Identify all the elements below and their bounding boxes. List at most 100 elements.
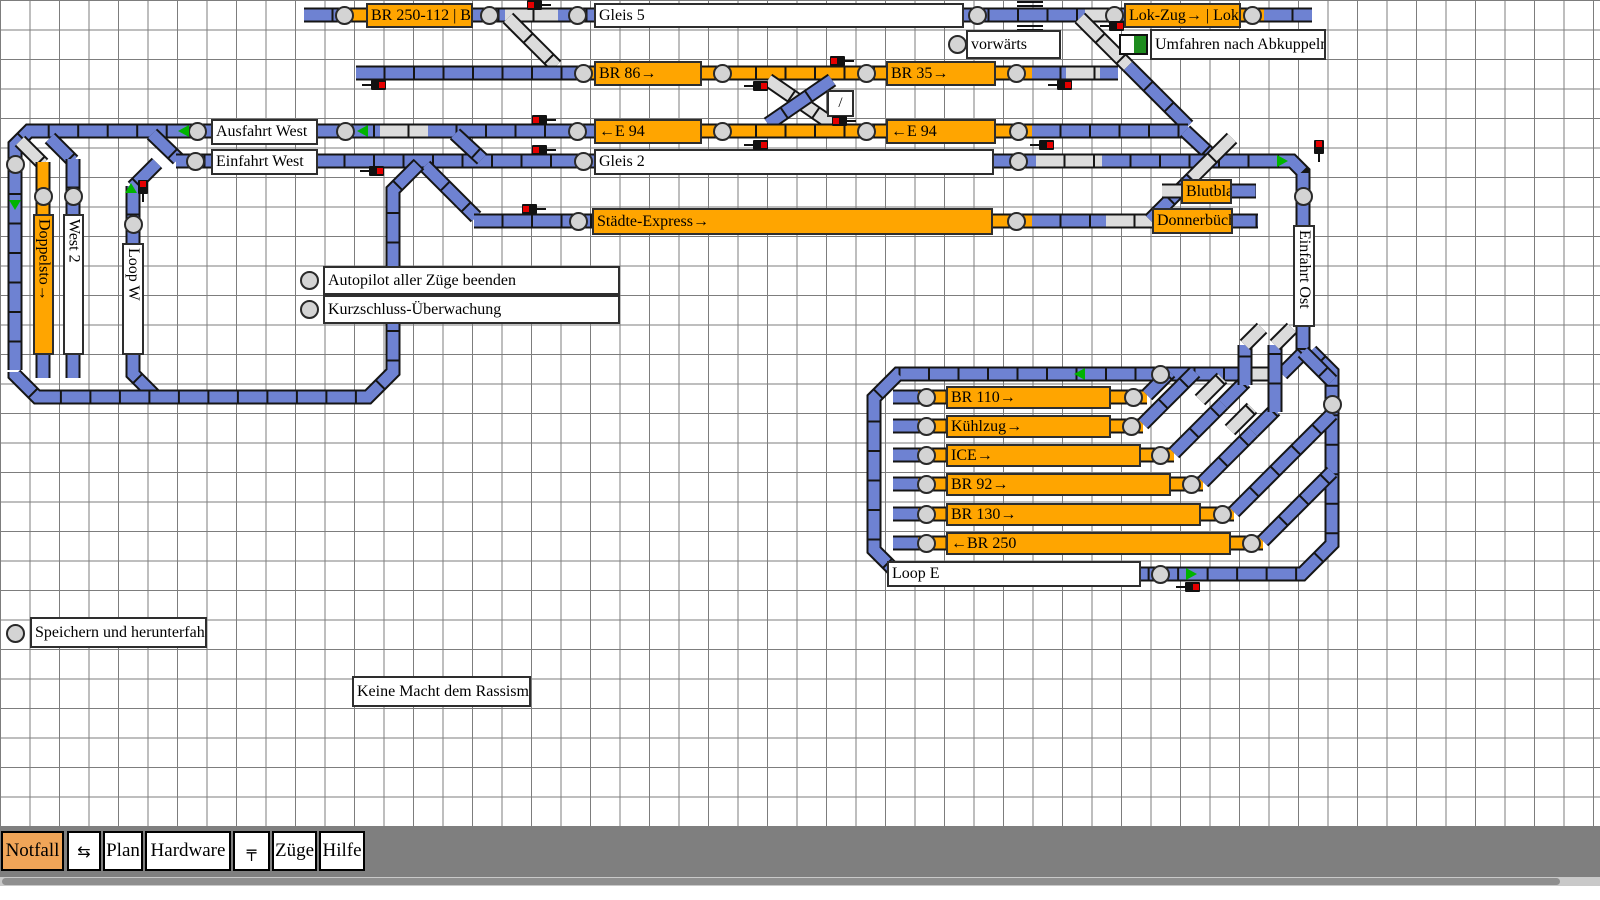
push-button[interactable] [124,215,143,234]
hilfe-button[interactable]: Hilfe [319,831,365,871]
push-button[interactable] [335,6,354,25]
vorwaerts-status[interactable]: vorwärts [966,30,1061,59]
block-br92[interactable]: BR 92→ [946,473,1171,496]
push-button[interactable] [300,300,319,319]
push-button[interactable] [1007,64,1026,83]
block-ice[interactable]: ICE→ [946,444,1141,467]
push-button[interactable] [713,122,732,141]
push-button[interactable] [1294,187,1313,206]
block-br250-112[interactable]: BR 250-112 | BR 25 [366,3,473,28]
crossing-state-box[interactable]: / [827,90,854,117]
block-ausfahrt-west[interactable]: Ausfahrt West [211,119,318,145]
push-button[interactable] [1151,365,1170,384]
signal-icon[interactable] [1048,80,1072,90]
push-button[interactable] [574,64,593,83]
signal-icon[interactable] [1030,140,1054,150]
block-west2[interactable]: West 2 [63,214,84,355]
hardware-button[interactable]: Hardware [145,831,231,871]
push-button[interactable] [917,417,936,436]
push-button[interactable] [6,155,25,174]
push-button[interactable] [188,122,207,141]
push-button[interactable] [1243,6,1262,25]
horizontal-scrollbar-thumb[interactable] [2,878,1560,885]
block-br35[interactable]: BR 35→ [886,61,996,86]
block-br250[interactable]: ←BR 250 [946,532,1231,555]
push-button[interactable] [336,122,355,141]
umfahren-button-label[interactable]: Umfahren nach Abkuppeln [1150,29,1326,60]
push-button[interactable] [857,64,876,83]
horizontal-scrollbar[interactable] [0,877,1600,886]
signal-icon[interactable] [1176,582,1200,592]
push-button[interactable] [917,505,936,524]
signal-icon[interactable] [744,81,768,91]
block-gleis2[interactable]: Gleis 2 [594,149,994,175]
block-e94-left[interactable]: ←E 94 [594,119,702,144]
push-button[interactable] [1151,565,1170,584]
signal-icon[interactable] [830,56,854,66]
push-button[interactable] [713,64,732,83]
push-button[interactable] [1009,122,1028,141]
block-gleis5[interactable]: Gleis 5 [594,3,964,28]
push-button[interactable] [574,152,593,171]
push-button[interactable] [1151,446,1170,465]
block-einfahrt-west[interactable]: Einfahrt West [211,149,318,175]
signal-icon[interactable] [532,115,556,125]
notfall-button[interactable]: Notfall [1,831,64,871]
signal-icon[interactable] [1100,21,1124,31]
block-loop-w[interactable]: Loop W [122,243,144,355]
push-button[interactable] [968,6,987,25]
push-button[interactable] [917,388,936,407]
push-button[interactable] [1213,505,1232,524]
push-button[interactable] [300,271,319,290]
push-button[interactable] [569,212,588,231]
block-br86[interactable]: BR 86→ [594,61,702,86]
push-button[interactable] [1007,212,1026,231]
push-button[interactable] [917,534,936,553]
speichern-label[interactable]: Speichern und herunterfahren [30,617,207,648]
push-button[interactable] [1009,152,1028,171]
push-button[interactable] [917,475,936,494]
push-button[interactable] [917,446,936,465]
plan-button[interactable]: Plan [103,831,143,871]
push-button[interactable] [1122,417,1141,436]
signal-icon[interactable] [522,204,546,214]
push-button[interactable] [6,624,25,643]
push-button[interactable] [1323,395,1342,414]
block-loop-e[interactable]: Loop E [887,561,1141,587]
signal-icon[interactable] [527,0,551,10]
push-button[interactable] [480,6,499,25]
push-button[interactable] [568,122,587,141]
autopilot-stop-label[interactable]: Autopilot aller Züge beenden [323,266,620,295]
push-button[interactable] [186,152,205,171]
umfahren-indicator[interactable] [1119,34,1148,55]
push-button[interactable] [34,187,53,206]
block-br110[interactable]: BR 110→ [946,386,1111,409]
block-lok-zug[interactable]: Lok-Zug→ | Lok-Zug [1124,3,1241,28]
signal-icon[interactable] [360,166,384,176]
block-einfahrt-ost[interactable]: Einfahrt Ost [1293,225,1315,327]
block-e94-right[interactable]: ←E 94 [886,119,996,144]
push-button[interactable] [1242,534,1261,553]
push-button[interactable] [948,35,967,54]
signal-icon[interactable] [1314,140,1324,162]
push-button[interactable] [857,122,876,141]
signal-icon[interactable] [532,145,556,155]
signal-icon[interactable] [138,180,148,202]
push-button[interactable] [1124,388,1143,407]
block-kuehlzug[interactable]: Kühlzug→ [946,415,1111,438]
block-donnerbuechse[interactable]: Donnerbüchse [1152,208,1233,234]
signal-icon[interactable] [832,116,856,126]
zuege-button[interactable]: Züge [272,831,317,871]
signal-icon[interactable] [744,140,768,150]
push-button[interactable] [1182,475,1201,494]
signal-icon-button[interactable]: ╤ [233,831,270,871]
push-button[interactable] [64,187,83,206]
kurzschluss-label[interactable]: Kurzschluss-Überwachung [323,295,620,324]
push-button[interactable] [568,6,587,25]
block-br130[interactable]: BR 130→ [946,503,1201,526]
signal-icon[interactable] [362,80,386,90]
block-doppelstock[interactable]: Doppelsto→ [33,214,54,355]
shunting-icon-button[interactable]: ⇆ [67,831,101,871]
block-staedte-express[interactable]: Städte-Express→ [592,208,993,235]
block-blutblase[interactable]: Blutblase [1181,179,1232,204]
